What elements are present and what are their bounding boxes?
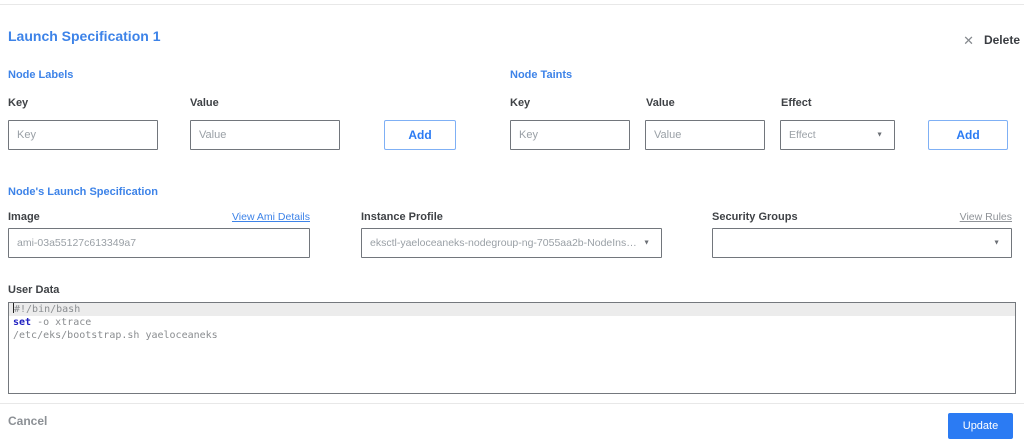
instance-profile-label: Instance Profile [361,211,443,223]
instance-profile-value: eksctl-yaeloceaneks-nodegroup-ng-7055aa2… [370,237,637,249]
view-ami-details-link[interactable]: View Ami Details [232,211,310,223]
node-taints-heading: Node Taints [510,69,573,81]
node-labels-value-label: Value [190,97,219,109]
user-data-label: User Data [8,284,60,296]
chevron-down-icon: ▼ [876,131,883,139]
code-line[interactable]: /etc/eks/bootstrap.sh yaeloceaneks [9,329,1015,342]
page-title: Launch Specification 1 [8,28,161,44]
view-rules-link[interactable]: View Rules [960,211,1012,223]
node-labels-heading: Node Labels [8,69,74,81]
code-segment: /etc/eks/bootstrap.sh yaeloceaneks [13,330,218,341]
node-taints-add-button[interactable]: Add [928,120,1008,150]
instance-profile-select[interactable]: eksctl-yaeloceaneks-nodegroup-ng-7055aa2… [361,228,662,258]
node-taints-value-label: Value [646,97,675,109]
image-label: Image [8,211,40,223]
node-taints-key-label: Key [510,97,531,109]
chevron-down-icon: ▼ [993,239,1000,247]
launch-spec-heading: Node's Launch Specification [8,186,158,198]
cancel-button[interactable]: Cancel [8,414,47,428]
user-data-editor[interactable]: #!/bin/bash set -o xtrace/etc/eks/bootstr… [8,302,1016,394]
chevron-down-icon: ▼ [643,239,650,247]
security-groups-label-row: Security Groups View Rules [712,211,1012,223]
code-segment: -o xtrace [31,317,92,328]
code-line[interactable]: #!/bin/bash [9,303,1015,316]
node-taints-value-input[interactable] [645,120,765,150]
node-labels-key-label: Key [8,97,29,109]
node-labels-add-button[interactable]: Add [384,120,456,150]
security-groups-select[interactable]: ▼ [712,228,1012,258]
image-input[interactable] [8,228,310,258]
code-segment: #!/bin/bash [14,304,81,315]
node-taints-effect-select[interactable]: Effect ▼ [780,120,895,150]
close-icon: ✕ [963,32,974,48]
image-label-row: Image View Ami Details [8,211,310,223]
node-labels-key-input[interactable] [8,120,158,150]
node-taints-key-input[interactable] [510,120,630,150]
delete-button-label: Delete [983,33,1020,47]
code-segment: set [13,317,32,328]
footer-divider [0,403,1024,404]
security-groups-label: Security Groups [712,211,798,223]
top-divider [0,4,1024,5]
effect-select-placeholder: Effect [789,129,816,141]
node-taints-effect-label: Effect [781,97,812,109]
code-line[interactable]: set -o xtrace [9,316,1015,329]
update-button[interactable]: Update [948,413,1013,439]
instance-profile-label-row: Instance Profile [361,211,662,223]
launch-specification-panel: Launch Specification 1 ✕ Delete Node Lab… [0,0,1024,444]
delete-button[interactable]: ✕ Delete [963,33,1020,47]
node-labels-value-input[interactable] [190,120,340,150]
